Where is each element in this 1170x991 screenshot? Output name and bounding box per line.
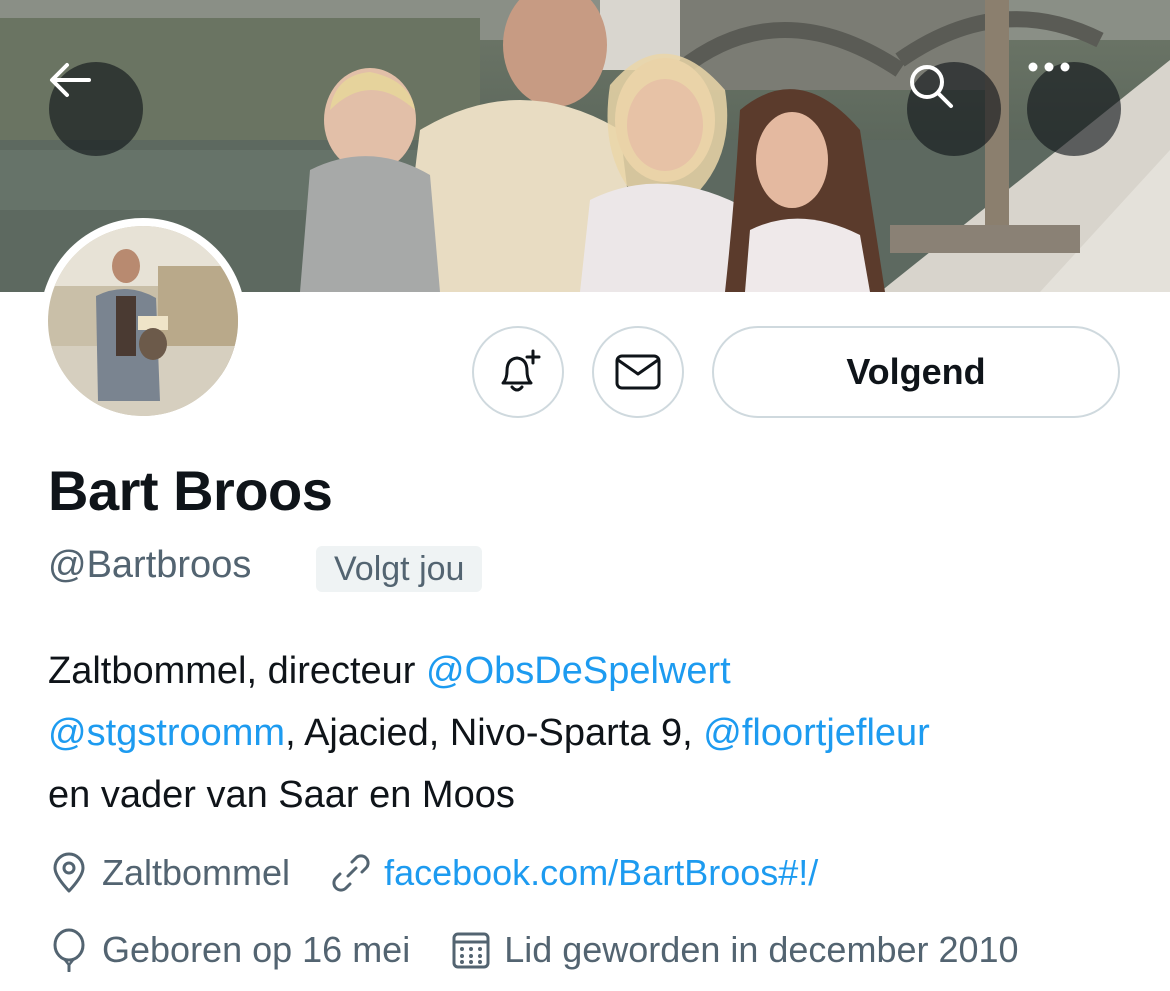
message-button[interactable]	[592, 326, 684, 418]
mention-link[interactable]: @floortjefleur	[703, 712, 930, 754]
balloon-icon	[53, 928, 85, 972]
bio-line-3: en vader van Saar en Moos	[48, 774, 515, 816]
bio-text: , Ajacied, Nivo-Sparta 9,	[285, 712, 704, 754]
bio-line-2: @stgstroomm, Ajacied, Nivo-Sparta 9, @fl…	[48, 702, 1128, 764]
following-button[interactable]: Volgend	[712, 326, 1120, 418]
back-button[interactable]	[49, 62, 143, 156]
follows-you-badge: Volgt jou	[316, 546, 483, 592]
arrow-left-icon	[50, 63, 91, 97]
birthday-text: Geboren op 16 mei	[102, 929, 411, 970]
bio-line-1: Zaltbommel, directeur @ObsDeSpelwert	[48, 640, 1128, 702]
location-pin-icon	[53, 852, 85, 893]
profile-bio: Zaltbommel, directeur @ObsDeSpelwert @st…	[48, 640, 1128, 826]
meta-row-location: Zaltbommel facebook.com/BartBroos#!/	[48, 852, 818, 894]
bell-plus-icon	[501, 349, 541, 392]
avatar[interactable]	[40, 218, 246, 424]
search-button[interactable]	[907, 62, 1001, 156]
mention-link[interactable]: @stgstroomm	[48, 712, 285, 754]
notify-button[interactable]	[472, 326, 564, 418]
website-link[interactable]: facebook.com/BartBroos#!/	[384, 852, 818, 894]
bio-text: Zaltbommel, directeur	[48, 650, 427, 692]
link-icon	[332, 854, 370, 892]
envelope-icon	[615, 354, 661, 390]
mention-link[interactable]: @ObsDeSpelwert	[426, 650, 731, 692]
profile-name: Bart Broos	[48, 459, 333, 522]
joined-text: Lid geworden in december 2010	[504, 929, 1019, 970]
calendar-icon	[452, 932, 490, 969]
profile-handle: @Bartbroos	[48, 544, 252, 586]
avatar-photo	[48, 226, 238, 416]
search-icon	[910, 65, 953, 108]
more-button[interactable]	[1027, 62, 1121, 156]
meta-row-dates: Geboren op 16 mei Lid geworden in decemb…	[48, 928, 1019, 972]
location-text: Zaltbommel	[102, 852, 291, 893]
more-icon	[1028, 62, 1070, 72]
